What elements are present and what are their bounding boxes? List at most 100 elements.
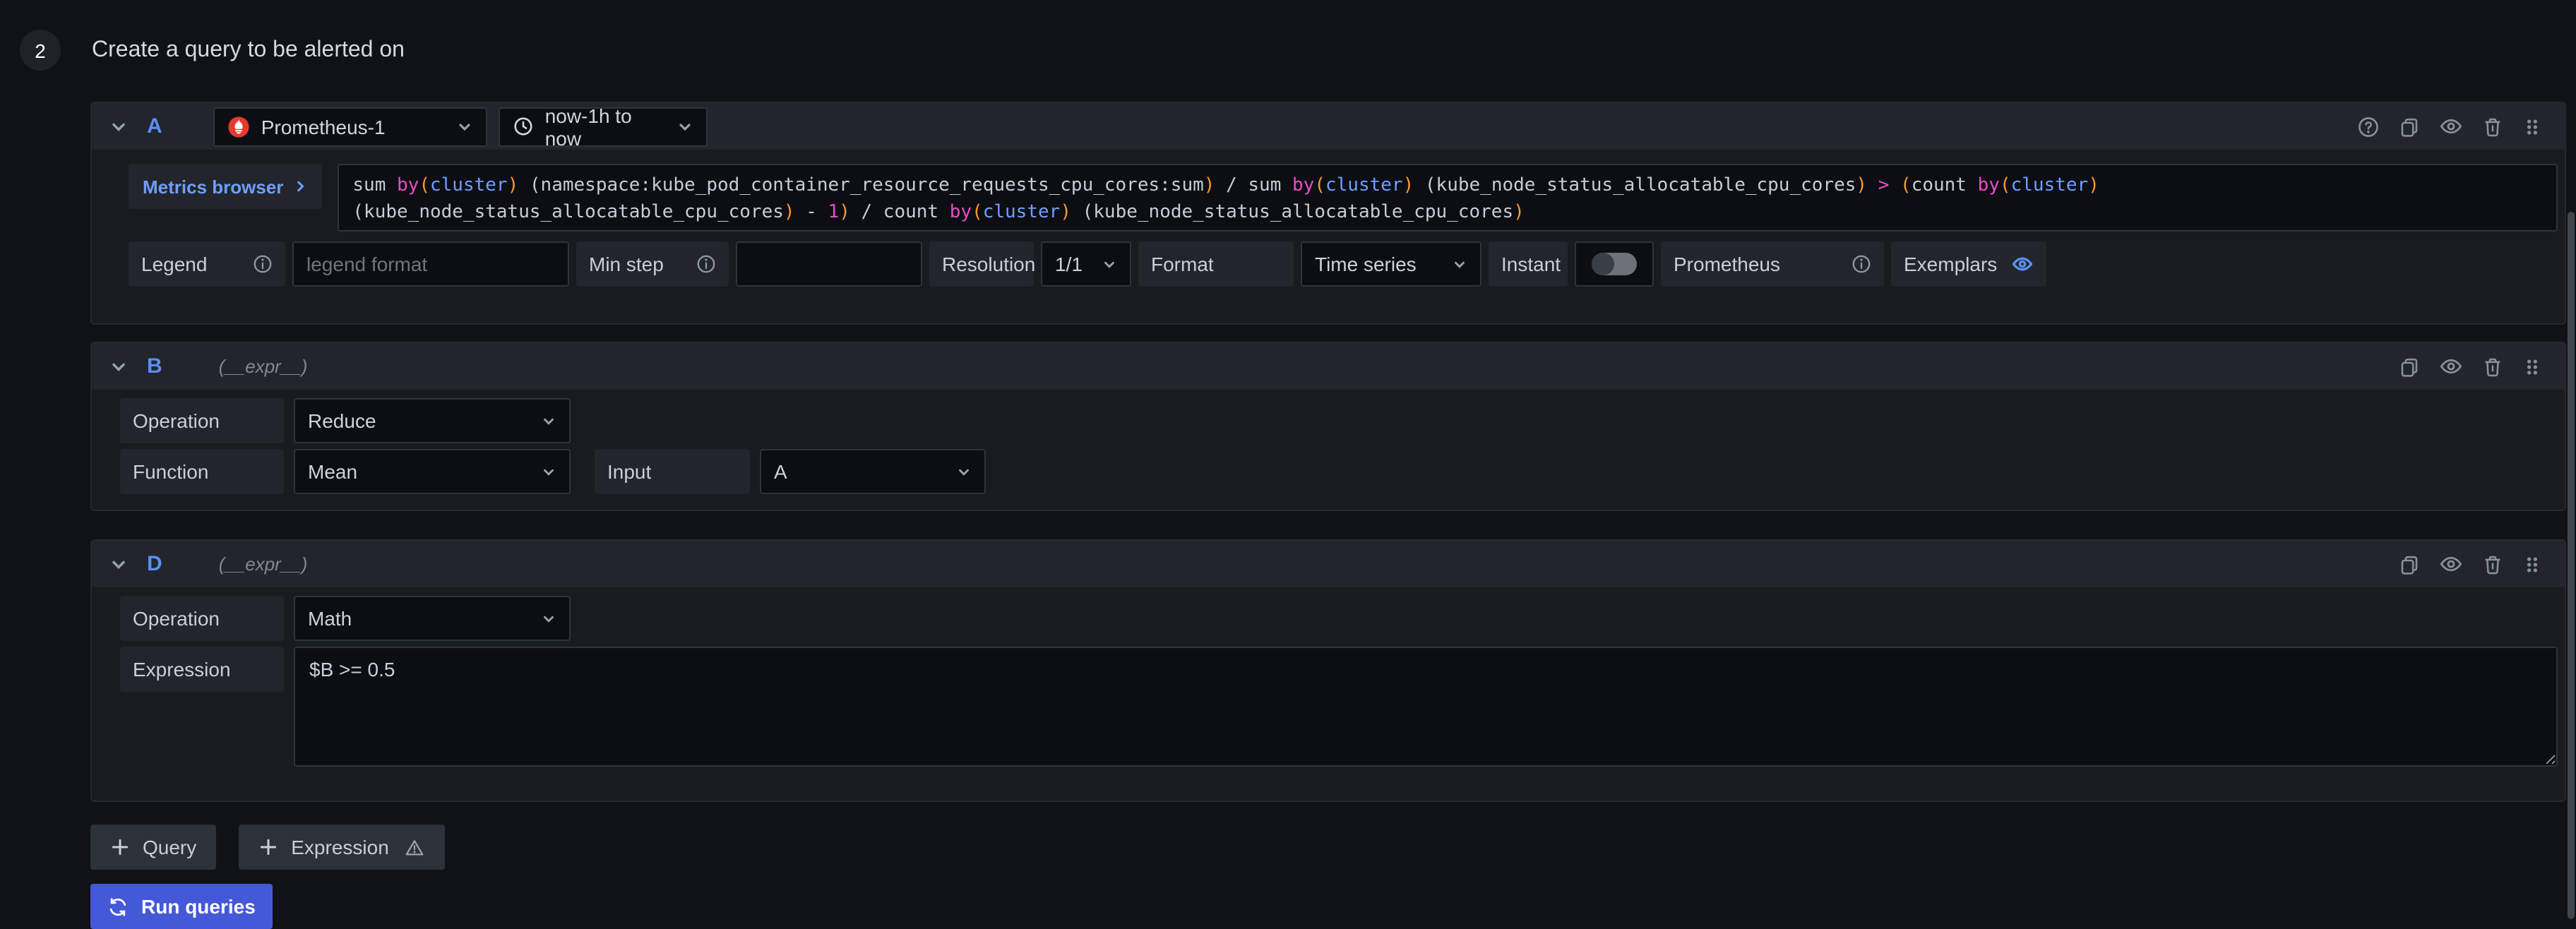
query-a-actions [2357,103,2542,150]
chevron-down-icon [541,464,556,479]
chevron-down-icon [1102,256,1117,272]
info-icon[interactable] [696,254,716,274]
info-icon[interactable] [1852,254,1871,274]
legend-format-input[interactable] [292,241,569,287]
chevron-down-icon [456,118,473,135]
run-queries-row: Run queries [90,884,273,929]
datasource-type-text: Prometheus [1674,253,1780,275]
function-value: Mean [308,460,357,483]
refresh-icon [107,896,129,917]
help-icon[interactable] [2357,115,2380,138]
min-step-label: Min step [576,241,729,287]
trash-icon[interactable] [2481,355,2504,378]
datasource-name: Prometheus-1 [261,115,445,138]
eye-icon[interactable] [2439,114,2463,138]
expr-type-badge: (__expr__) [219,553,308,575]
instant-toggle-box [1575,241,1654,287]
warning-icon [405,837,426,858]
query-a-body: Metrics browser sum by(cluster) (namespa… [92,150,2565,287]
chevron-down-icon[interactable] [109,116,129,136]
expression-d-header: D (__expr__) [92,541,2565,587]
copy-icon[interactable] [2398,355,2421,378]
time-range-picker[interactable]: now-1h to now [499,107,708,146]
input-label: Input [595,449,750,494]
resolution-label: Resolution [929,241,1034,287]
min-step-label-text: Min step [589,253,664,275]
math-expression-input[interactable]: $B >= 0.5 [294,647,2558,767]
copy-icon[interactable] [2398,115,2421,138]
toggle-knob [1592,253,1614,275]
eye-icon[interactable] [2439,552,2463,576]
alert-query-step: 2 Create a query to be alerted on A Prom… [0,0,2576,919]
operation-value: Reduce [308,409,376,432]
input-value: A [774,460,787,483]
datasource-picker[interactable]: Prometheus-1 [213,107,487,146]
prometheus-icon [227,115,250,138]
plus-icon [110,837,130,857]
add-query-button[interactable]: Query [90,825,216,870]
resolution-select[interactable]: 1/1 [1041,241,1131,287]
exemplars-eye-icon[interactable] [2011,253,2034,275]
instant-label: Instant [1489,241,1568,287]
operation-select[interactable]: Math [294,596,571,641]
metrics-browser-label: Metrics browser [143,176,283,197]
trash-icon[interactable] [2481,115,2504,138]
query-a-header: A Prometheus-1 now-1h to now [92,103,2565,150]
query-ref-letter[interactable]: B [147,354,162,378]
expression-panel-b: B (__expr__) Operation [90,342,2566,511]
chevron-down-icon [676,118,693,135]
legend-label-text: Legend [141,253,207,275]
step-number: 2 [20,30,61,71]
expression-panel-d: D (__expr__) Operation [90,539,2566,802]
format-select[interactable]: Time series [1301,241,1481,287]
chevron-down-icon[interactable] [109,356,129,376]
plus-icon [258,837,278,857]
info-icon[interactable] [253,254,273,274]
min-step-input[interactable] [736,241,922,287]
add-query-label: Query [143,836,196,858]
page-scrollbar[interactable] [2568,212,2575,919]
add-expression-button[interactable]: Expression [239,825,446,870]
eye-icon[interactable] [2439,354,2463,378]
chevron-down-icon [541,413,556,428]
drag-handle-icon[interactable] [2522,553,2542,575]
expression-d-actions [2398,541,2542,587]
run-queries-label: Run queries [141,895,256,918]
chevron-down-icon[interactable] [109,554,129,574]
expr-type-badge: (__expr__) [219,356,308,377]
expression-d-body: Operation Math Expression $B >= 0.5 [92,587,2565,767]
instant-toggle[interactable] [1592,253,1637,275]
page-title: Create a query to be alerted on [92,37,405,63]
trash-icon[interactable] [2481,553,2504,575]
add-expression-label: Expression [291,836,389,858]
query-ref-letter[interactable]: A [147,114,162,138]
query-footer-buttons: Query Expression [90,825,446,870]
exemplars-label: Exemplars [1891,241,2046,287]
chevron-down-icon [1452,256,1467,272]
function-label: Function [120,449,284,494]
copy-icon[interactable] [2398,553,2421,575]
operation-select[interactable]: Reduce [294,398,571,443]
step-header: 2 Create a query to be alerted on [20,30,405,71]
metrics-browser-button[interactable]: Metrics browser [129,164,321,209]
legend-label: Legend [129,241,285,287]
input-select[interactable]: A [760,449,986,494]
clock-icon [513,116,534,137]
function-select[interactable]: Mean [294,449,571,494]
format-label: Format [1138,241,1294,287]
chevron-right-icon [293,179,307,193]
expression-b-header: B (__expr__) [92,343,2565,390]
promql-query-editor[interactable]: sum by(cluster) (namespace:kube_pod_cont… [337,164,2558,232]
chevron-down-icon [956,464,972,479]
query-a-options: Legend Min step Resolution 1/1 [129,241,2558,287]
chevron-down-icon [541,611,556,626]
operation-value: Math [308,607,352,630]
expression-label: Expression [120,647,284,692]
operation-label: Operation [120,596,284,641]
query-ref-letter[interactable]: D [147,552,162,576]
exemplars-label-text: Exemplars [1904,253,1997,275]
datasource-type-label: Prometheus [1661,241,1884,287]
run-queries-button[interactable]: Run queries [90,884,273,929]
drag-handle-icon[interactable] [2522,115,2542,138]
drag-handle-icon[interactable] [2522,355,2542,378]
